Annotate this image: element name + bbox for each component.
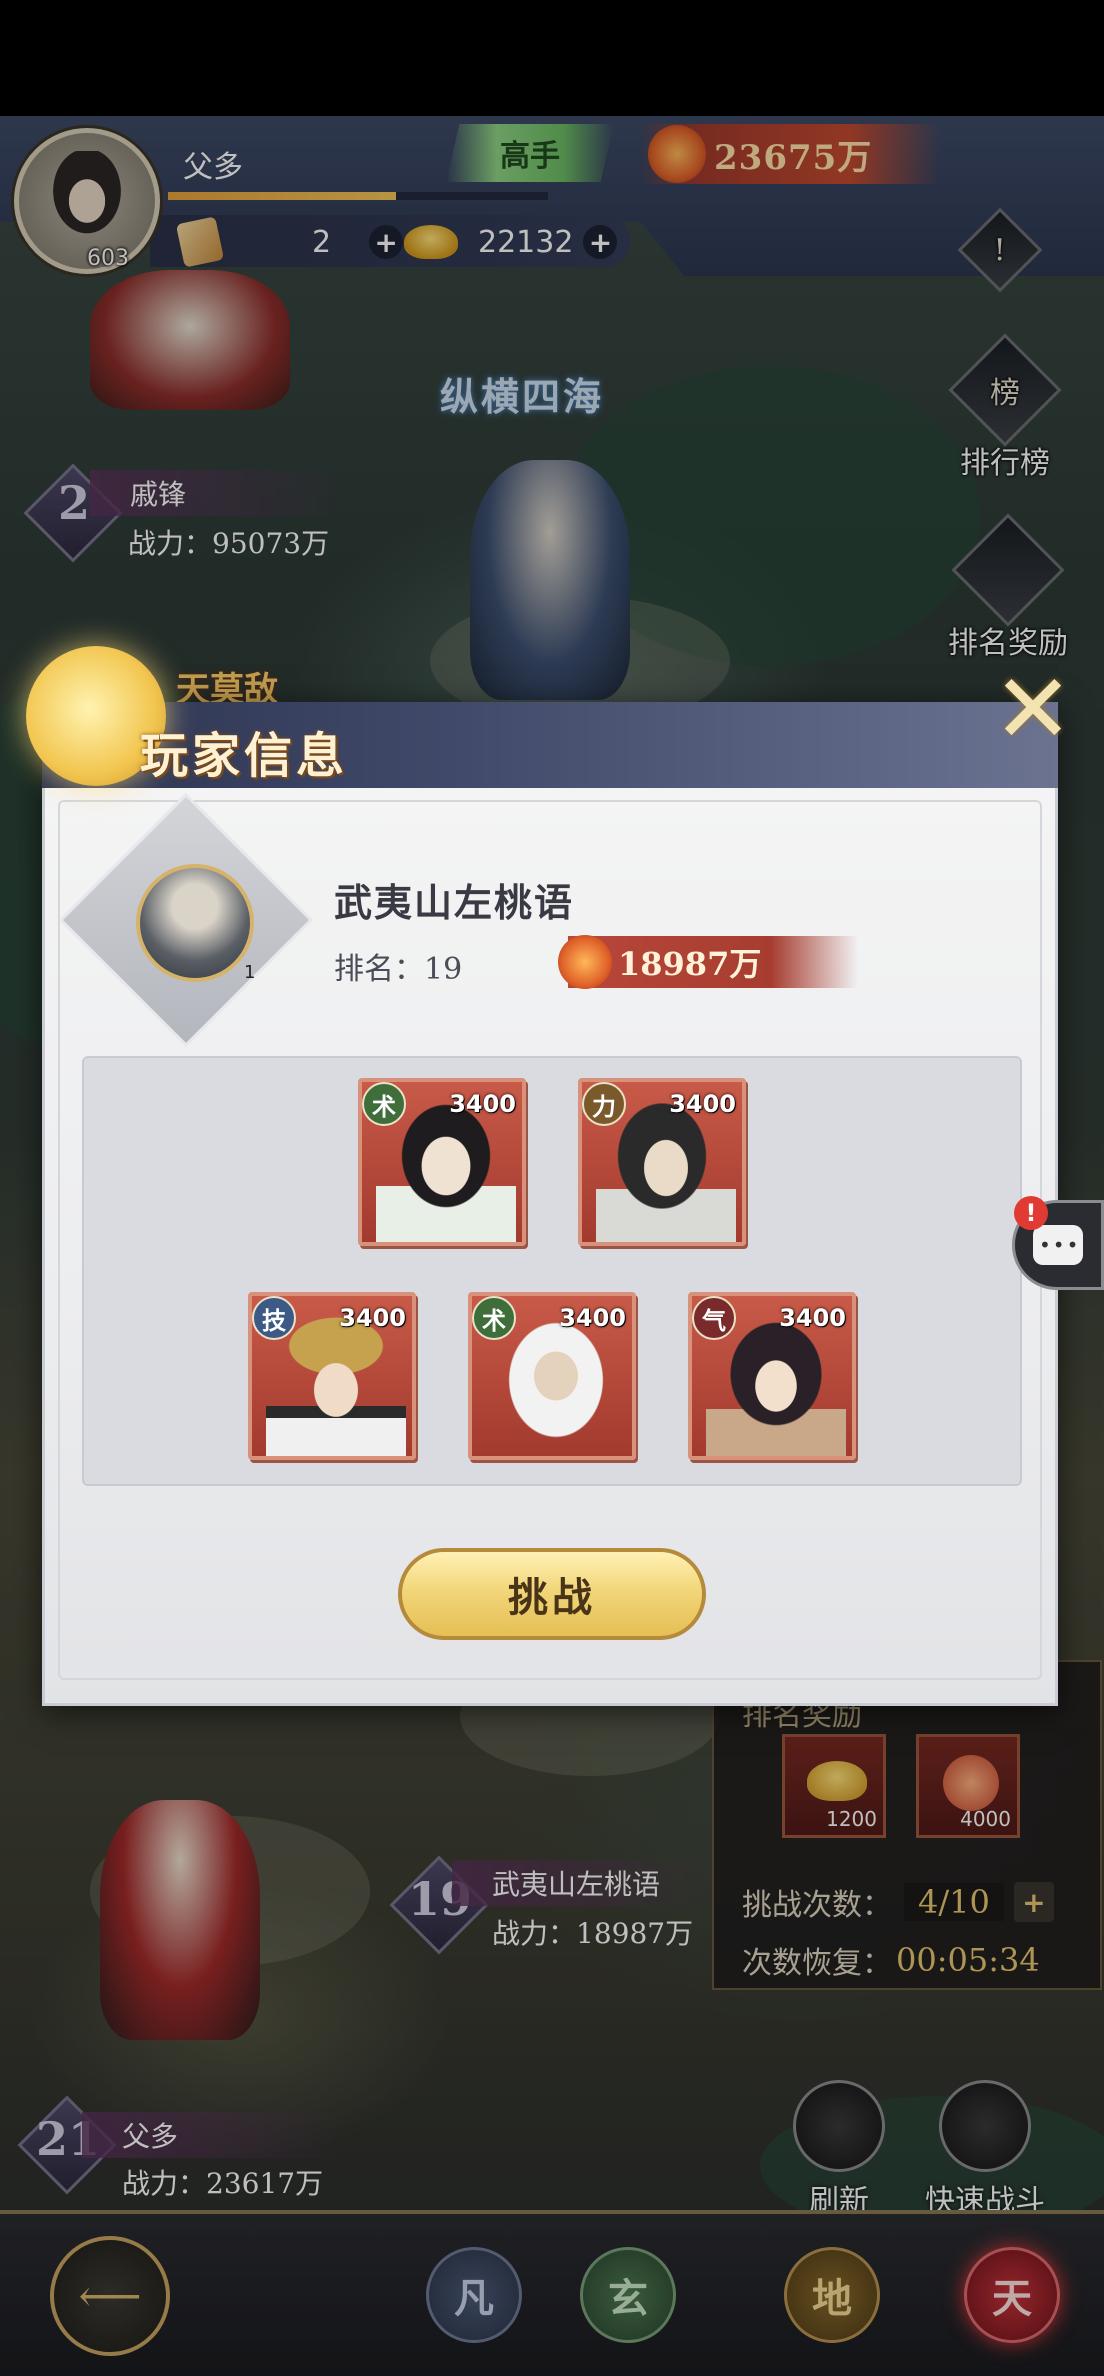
close-button[interactable]: ✕ [988,661,1078,757]
hero-class-badge: 气 [692,1296,736,1340]
chat-icon: ••• [1033,1225,1083,1265]
hero-card[interactable]: 气 3400 [688,1292,856,1460]
hero-class-badge: 力 [582,1082,626,1126]
challenge-button[interactable]: 挑战 [398,1548,706,1640]
chat-dots: ••• [1039,1233,1081,1257]
hero-card[interactable]: 术 3400 [358,1078,526,1246]
power-flame-icon [558,935,612,989]
opponent-level: 1 [244,962,256,983]
opponent-rank-value: 19 [424,952,463,987]
hero-power: 3400 [559,1304,626,1332]
opponent-rank: 排名：19 [334,944,462,988]
hero-class-badge: 技 [252,1296,296,1340]
opponent-name: 武夷山左桃语 [334,880,575,925]
hero-class-badge: 术 [472,1296,516,1340]
hero-class-badge: 术 [362,1082,406,1126]
opponent-power: 18987万 [558,935,858,989]
hero-power: 3400 [339,1304,406,1332]
modal-title: 玩家信息 [140,728,349,784]
opponent-rank-label: 排名： [334,952,424,987]
hero-card[interactable]: 术 3400 [468,1292,636,1460]
opponent-avatar[interactable] [136,864,254,982]
chat-alert-badge: ! [1014,1196,1048,1230]
hero-power: 3400 [669,1090,736,1118]
hero-power: 3400 [449,1090,516,1118]
hero-card[interactable]: 力 3400 [578,1078,746,1246]
opponent-power-value: 18987万 [618,945,762,983]
hero-power: 3400 [779,1304,846,1332]
hero-card[interactable]: 技 3400 [248,1292,416,1460]
